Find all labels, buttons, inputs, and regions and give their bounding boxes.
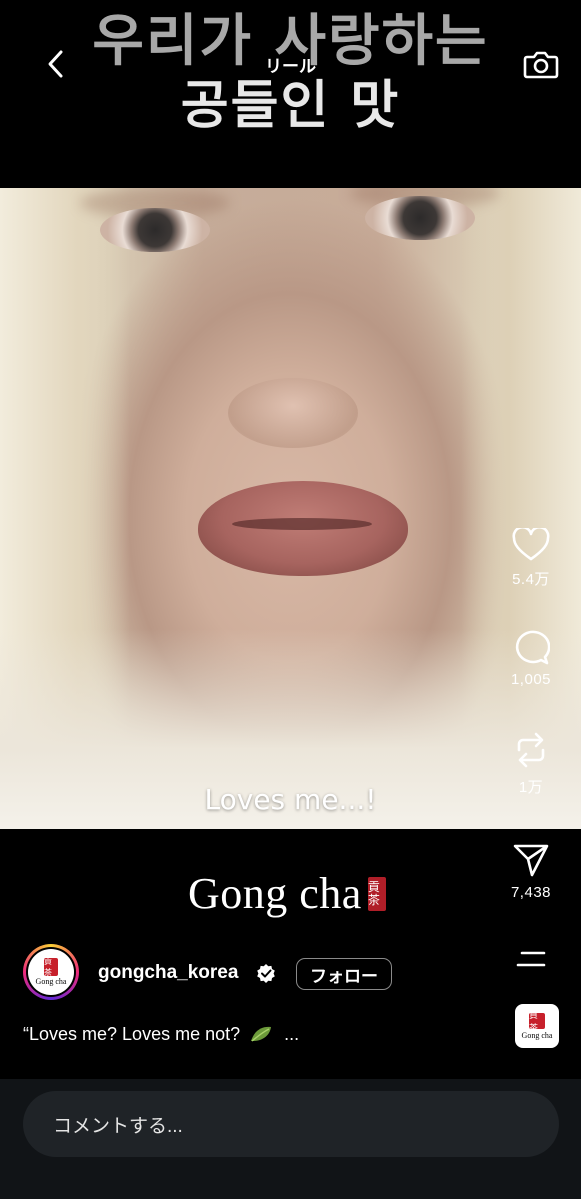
avatar-image: 貢茶 Gong cha: [28, 949, 74, 995]
reel-video[interactable]: Loves me...!: [0, 188, 581, 829]
avatar-text: Gong cha: [35, 977, 67, 986]
comment-button[interactable]: 1,005: [495, 629, 567, 688]
video-subtitle: Loves me...!: [204, 783, 377, 816]
heart-icon: [512, 528, 550, 561]
username-link[interactable]: gongcha_korea: [98, 962, 238, 984]
audio-thumbnail[interactable]: 貢茶 Gong cha: [515, 1004, 559, 1048]
camera-icon: [523, 51, 559, 79]
comment-placeholder: コメントする...: [53, 1115, 183, 1137]
avatar-ring-gap: 貢茶 Gong cha: [26, 947, 76, 997]
leaf-emoji-icon: [251, 1026, 272, 1042]
paper-plane-icon: [513, 844, 549, 877]
more-lines-icon: [516, 951, 546, 967]
video-nose: [228, 378, 358, 448]
avatar[interactable]: 貢茶 Gong cha: [23, 944, 79, 1000]
gongcha-seal-logo: 貢茶: [44, 957, 58, 977]
comment-bubble-icon: [515, 630, 550, 665]
audio-thumb-text: Gong cha: [521, 1030, 553, 1040]
chevron-left-icon: [48, 50, 63, 78]
caption-more: ...: [284, 1024, 300, 1044]
verified-badge-icon: [257, 964, 275, 983]
like-count: 5.4万: [512, 571, 550, 588]
caption-text: “Loves me? Loves me not?: [23, 1024, 241, 1044]
gongcha-seal-logo: 貢茶: [529, 1010, 545, 1033]
page-title: リール: [265, 57, 316, 76]
follow-button[interactable]: フォロー: [296, 958, 392, 990]
reel-caption[interactable]: “Loves me? Loves me not? ...: [23, 1024, 299, 1045]
video-eye-left: [100, 208, 210, 252]
brand-seal-logo: 貢茶: [367, 876, 386, 911]
share-button[interactable]: 7,438: [495, 842, 567, 901]
repost-count: 1万: [518, 779, 544, 796]
repost-icon: [517, 732, 545, 768]
comment-count: 1,005: [510, 671, 552, 688]
share-count: 7,438: [510, 884, 552, 901]
more-options-button[interactable]: [495, 948, 567, 972]
brand-watermark: Gong cha 貢茶: [188, 868, 386, 919]
back-button[interactable]: [38, 44, 74, 84]
camera-button[interactable]: [521, 44, 561, 84]
video-mouth: [232, 518, 372, 530]
brand-name: Gong cha: [188, 869, 362, 918]
comment-input[interactable]: コメントする...: [23, 1091, 559, 1157]
repost-button[interactable]: 1万: [495, 730, 567, 797]
like-button[interactable]: 5.4万: [495, 528, 567, 589]
title-overlay-line2: 공들인 맛: [180, 76, 401, 136]
video-eye-right: [365, 196, 475, 240]
